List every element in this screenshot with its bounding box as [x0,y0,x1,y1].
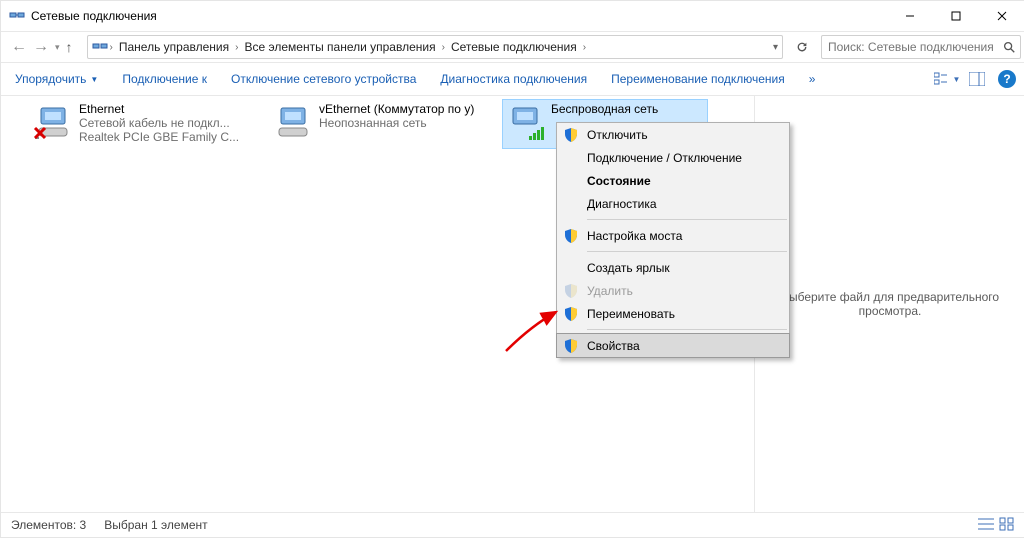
chevron-right-icon[interactable]: › [583,42,586,53]
shield-icon [563,338,579,354]
cmd-rename[interactable]: Переименование подключения [599,63,797,95]
chevron-right-icon[interactable]: › [110,42,113,53]
chevron-down-icon[interactable]: ▾ [773,42,778,53]
view-options-button[interactable]: ▼ [933,65,961,93]
help-button[interactable]: ? [993,65,1021,93]
context-menu: Отключить Подключение / Отключение Состо… [556,122,790,358]
ctx-properties[interactable]: Свойства [556,333,790,358]
separator [587,329,787,330]
window-title: Сетевые подключения [31,9,887,23]
adapter-name: vEthernet (Коммутатор по у) [319,102,474,116]
chevron-right-icon[interactable]: › [235,42,238,53]
ctx-create-shortcut[interactable]: Создать ярлык [557,256,789,279]
separator [587,251,787,252]
ctx-rename[interactable]: Переименовать [557,302,789,325]
app-icon [9,8,25,24]
view-details-button[interactable] [977,517,995,534]
adapter-device: Realtek PCIe GBE Family C... [79,130,239,144]
refresh-button[interactable] [791,40,813,54]
breadcrumb-seg-3[interactable]: Сетевые подключения [447,40,581,54]
adapter-name: Беспроводная сеть [551,102,658,116]
preview-pane: Выберите файл для предварительного просм… [754,96,1024,512]
shield-icon [563,306,579,322]
window: Сетевые подключения ← → ▾ ↑ › Панель упр… [0,0,1024,538]
breadcrumb-seg-1[interactable]: Панель управления [115,40,233,54]
breadcrumb[interactable]: › Панель управления › Все элементы панел… [87,35,783,59]
close-button[interactable] [979,1,1024,31]
status-count: Элементов: 3 [11,518,86,532]
preview-message: Выберите файл для предварительного просм… [765,290,1015,318]
ctx-bridge[interactable]: Настройка моста [557,224,789,247]
maximize-button[interactable] [933,1,979,31]
cmd-more[interactable]: » [797,63,828,95]
content-area: Ethernet Сетевой кабель не подкл... Real… [1,96,1024,512]
address-bar: ← → ▾ ↑ › Панель управления › Все элемен… [1,32,1024,63]
nav-forward-icon[interactable]: → [33,38,49,56]
command-bar: Упорядочить▼ Подключение к Отключение се… [1,63,1024,96]
ctx-disable[interactable]: Отключить [557,123,789,146]
status-selected: Выбран 1 элемент [104,518,207,532]
ctx-diagnose[interactable]: Диагностика [557,192,789,215]
shield-icon [563,127,579,143]
cmd-organize[interactable]: Упорядочить▼ [3,63,110,95]
separator [587,219,787,220]
chevron-right-icon[interactable]: › [442,42,445,53]
shield-icon [563,283,579,299]
shield-icon [563,228,579,244]
adapter-item-vethernet[interactable]: vEthernet (Коммутатор по у) Неопознанная… [271,100,505,148]
minimize-button[interactable] [887,1,933,31]
titlebar: Сетевые подключения [1,1,1024,32]
cmd-connect-to[interactable]: Подключение к [110,63,219,95]
search-box[interactable] [821,35,1021,59]
adapter-status: Неопознанная сеть [319,116,474,130]
preview-pane-button[interactable] [963,65,991,93]
nav-back-icon[interactable]: ← [11,38,27,56]
status-bar: Элементов: 3 Выбран 1 элемент [1,512,1024,537]
nav-recent-icon[interactable]: ▾ [55,42,60,53]
nav-arrows: ← → ▾ ↑ [5,38,79,56]
network-connections-icon [92,39,108,55]
adapter-icon [33,102,73,145]
cmd-diagnose[interactable]: Диагностика подключения [428,63,599,95]
nav-up-icon[interactable]: ↑ [66,39,73,55]
ctx-status[interactable]: Состояние [557,169,789,192]
adapter-status: Сетевой кабель не подкл... [79,116,239,130]
adapter-icon [273,102,313,145]
adapter-icon [505,102,545,145]
cmd-disable-device[interactable]: Отключение сетевого устройства [219,63,428,95]
items-pane[interactable]: Ethernet Сетевой кабель не подкл... Real… [1,96,754,512]
adapter-name: Ethernet [79,102,239,116]
breadcrumb-seg-2[interactable]: Все элементы панели управления [240,40,439,54]
search-input[interactable] [826,39,1002,55]
view-large-icons-button[interactable] [999,517,1015,534]
ctx-connect-disconnect[interactable]: Подключение / Отключение [557,146,789,169]
adapter-item-ethernet[interactable]: Ethernet Сетевой кабель не подкл... Real… [31,100,265,148]
ctx-delete: Удалить [557,279,789,302]
search-icon [1002,40,1016,54]
